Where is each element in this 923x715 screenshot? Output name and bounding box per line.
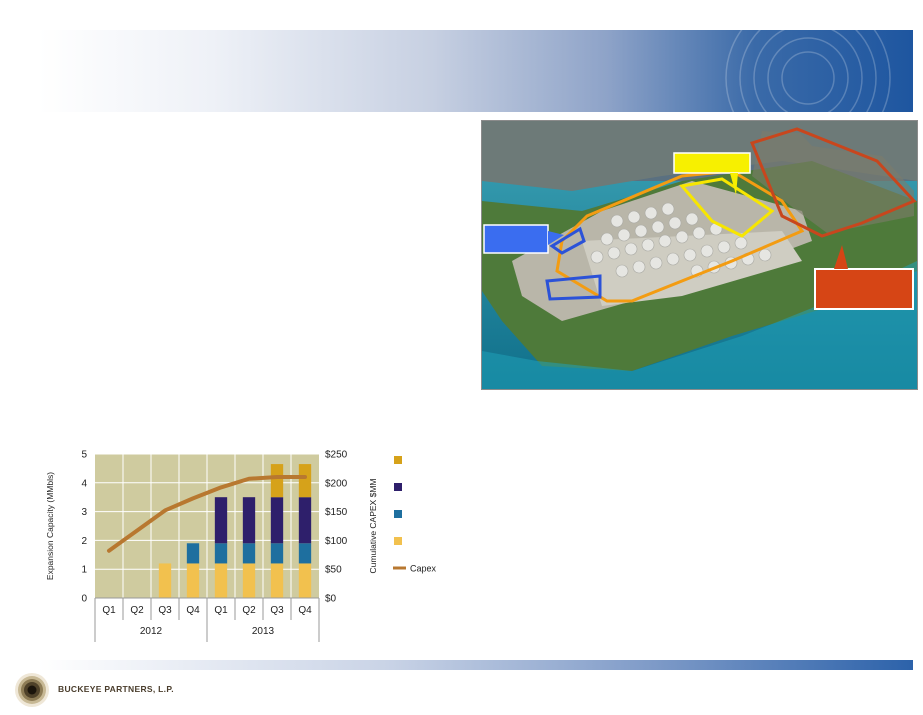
legend-swatch bbox=[394, 483, 402, 491]
logo-rings-icon bbox=[15, 673, 49, 707]
bar-segment bbox=[298, 563, 312, 598]
bar-segment bbox=[270, 543, 284, 564]
expansion-capacity-chart: 0 1 2 3 4 5 $0 $50 $100 $150 $200 $250 Expansion C… bbox=[45, 450, 437, 642]
bar-segment bbox=[214, 497, 228, 544]
x-tick-label: Q2 bbox=[242, 605, 256, 616]
y2-tick-label: $150 bbox=[325, 507, 348, 518]
legend-swatch bbox=[394, 537, 402, 545]
year-label: 2013 bbox=[252, 626, 275, 637]
y-tick-label: 2 bbox=[81, 536, 87, 547]
y2-tick-label: $0 bbox=[325, 594, 337, 605]
bar-segment bbox=[214, 563, 228, 598]
bar-segment bbox=[242, 563, 256, 598]
y-tick-label: 3 bbox=[81, 507, 87, 518]
legend-label: Capex bbox=[410, 564, 437, 574]
x-tick-label: Q4 bbox=[298, 605, 312, 616]
y-tick-label: 5 bbox=[81, 450, 87, 461]
red-callout-box bbox=[814, 268, 914, 310]
bar-segment bbox=[298, 543, 312, 564]
bar-segment bbox=[270, 563, 284, 598]
legend-swatch bbox=[394, 510, 402, 518]
bar-segment bbox=[242, 497, 256, 544]
blue-callout-box bbox=[483, 224, 549, 254]
y2-axis-label: Cumulative CAPEX $MM bbox=[368, 479, 378, 574]
bar-segment bbox=[270, 497, 284, 544]
y-axis-left: 0 1 2 3 4 5 bbox=[81, 450, 87, 605]
x-tick-label: Q3 bbox=[158, 605, 172, 616]
bar-segment bbox=[158, 563, 172, 598]
y-axis-right: $0 $50 $100 $150 $200 $250 bbox=[325, 450, 348, 605]
bar-segment bbox=[270, 464, 284, 498]
y-tick-label: 4 bbox=[81, 478, 87, 489]
footer-bar bbox=[38, 660, 913, 670]
legend-swatch bbox=[394, 456, 402, 464]
y2-tick-label: $50 bbox=[325, 565, 342, 576]
bar-segment bbox=[186, 543, 200, 564]
y-tick-label: 0 bbox=[81, 594, 87, 605]
y-axis-label: Expansion Capacity (MMbls) bbox=[45, 472, 55, 580]
y2-tick-label: $100 bbox=[325, 536, 348, 547]
bar-segment bbox=[214, 543, 228, 564]
legend: Capex bbox=[393, 456, 437, 574]
x-tick-label: Q2 bbox=[130, 605, 144, 616]
x-tick-label: Q1 bbox=[102, 605, 116, 616]
bar-segment bbox=[186, 563, 200, 598]
bar-segment bbox=[298, 464, 312, 498]
company-logo bbox=[14, 670, 54, 715]
x-tick-label: Q1 bbox=[214, 605, 228, 616]
y2-tick-label: $200 bbox=[325, 478, 348, 489]
x-axis: Q1 Q2 Q3 Q4 Q1 Q2 Q3 Q4 2012 2013 bbox=[94, 597, 320, 642]
y-tick-label: 1 bbox=[81, 565, 87, 576]
x-tick-label: Q4 bbox=[186, 605, 200, 616]
terminal-aerial-photo bbox=[481, 120, 918, 390]
year-label: 2012 bbox=[140, 626, 163, 637]
y2-tick-label: $250 bbox=[325, 450, 348, 461]
company-name: BUCKEYE PARTNERS, L.P. bbox=[58, 684, 174, 694]
bar-segment bbox=[298, 497, 312, 544]
bar-segment bbox=[242, 543, 256, 564]
title-banner bbox=[38, 30, 913, 112]
yellow-callout-box bbox=[673, 152, 751, 174]
aerial-photo-illustration bbox=[482, 121, 917, 389]
banner-rings-decoration bbox=[725, 30, 891, 112]
x-tick-label: Q3 bbox=[270, 605, 284, 616]
